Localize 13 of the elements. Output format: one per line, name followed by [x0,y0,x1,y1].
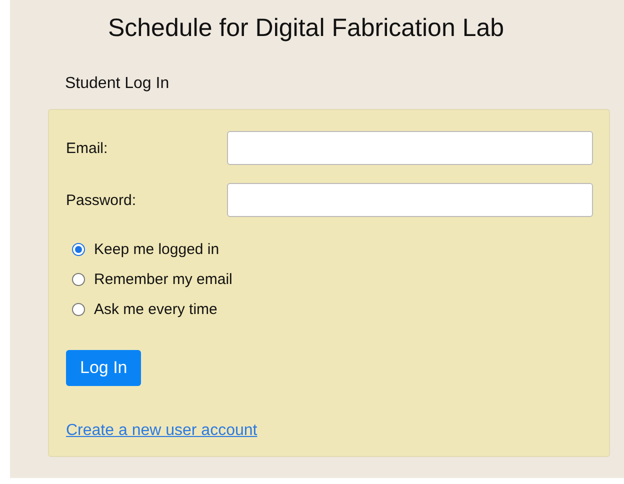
radio-button[interactable] [72,302,85,316]
input-field[interactable] [227,131,593,165]
page-title: Schedule for Digital Fabrication Lab [106,14,506,43]
radio-label[interactable]: Remember my email [94,270,232,288]
login-button[interactable]: Log In [66,350,142,386]
input-field[interactable] [227,183,593,217]
section-title: Student Log In [65,75,170,93]
radio-label[interactable]: Keep me logged in [94,240,220,258]
field-label: Email: [66,140,109,156]
radio-button[interactable] [72,242,85,256]
radio-label[interactable]: Ask me every time [94,300,218,318]
field-label: Password: [66,192,138,208]
radio-button[interactable] [72,272,85,286]
